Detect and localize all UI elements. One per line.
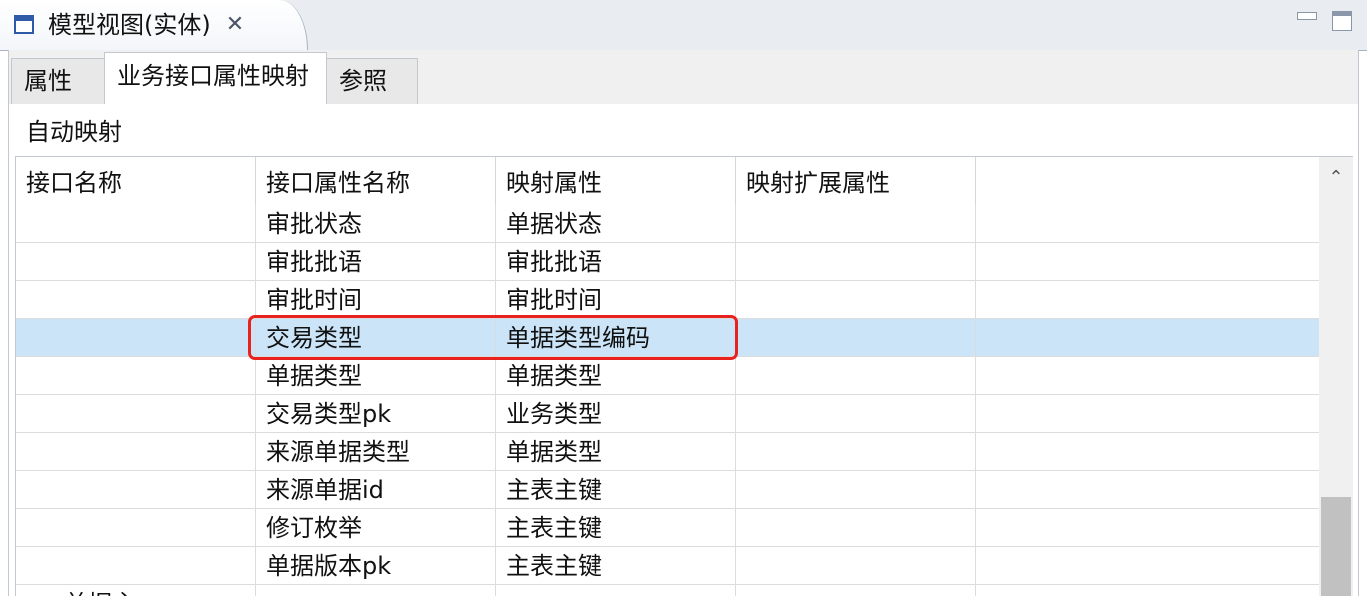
close-icon[interactable]: ✕ — [222, 12, 248, 38]
cell-attr-name: 交易类型 — [256, 319, 496, 357]
cell-attr-name: 来源单据类型 — [256, 433, 496, 471]
cell-interface-name — [16, 471, 256, 509]
cell-interface-name — [16, 319, 256, 357]
table-row-selected[interactable]: 交易类型 单据类型编码 — [16, 319, 1320, 357]
cell-attr-name: 审批批语 — [256, 243, 496, 281]
cell-ext-attr[interactable] — [736, 471, 976, 509]
cell-interface-name: 单据主... — [16, 585, 256, 596]
table-row[interactable]: 单据类型 单据类型 — [16, 357, 1320, 395]
cell-ext-attr[interactable] — [736, 205, 976, 243]
cell-interface-name — [16, 547, 256, 585]
cell-mapped-attr[interactable]: 主表主键 — [496, 471, 736, 509]
cell-mapped-attr[interactable]: 单据状态 — [496, 205, 736, 243]
cell-attr-name: 来源单据id — [256, 471, 496, 509]
cell-mapped-attr[interactable]: 审批时间 — [496, 281, 736, 319]
tab-bar: 属性 业务接口属性映射 参照 — [8, 50, 1359, 104]
minimize-icon[interactable] — [1297, 12, 1317, 20]
cell-ext-attr[interactable] — [736, 547, 976, 585]
cell-attr-name: 修订枚举 — [256, 509, 496, 547]
cell-mapped-attr[interactable]: 单据类型 — [496, 433, 736, 471]
cell-interface-name — [16, 395, 256, 433]
cell-attr-name: 审批状态 — [256, 205, 496, 243]
cell-mapped-attr[interactable]: 主表主键 — [496, 547, 736, 585]
table-row[interactable]: 交易类型pk 业务类型 — [16, 395, 1320, 433]
cell-interface-name — [16, 243, 256, 281]
column-header-ext-attr[interactable]: 映射扩展属性 — [736, 157, 976, 207]
cell-attr-name: 单据类型 — [256, 357, 496, 395]
tab-interface-attr-mapping[interactable]: 业务接口属性映射 — [104, 52, 327, 104]
tab-reference[interactable]: 参照 — [326, 58, 418, 104]
cell-attr-name: 单据版本pk — [256, 547, 496, 585]
column-header-interface-name[interactable]: 接口名称 — [16, 157, 256, 207]
window-icon — [14, 15, 34, 34]
table-row[interactable]: 来源单据类型 单据类型 — [16, 433, 1320, 471]
scrollbar-thumb[interactable] — [1321, 497, 1351, 596]
table-row[interactable]: 审批状态 单据状态 — [16, 205, 1320, 243]
cell-ext-attr[interactable] — [736, 433, 976, 471]
cell-interface-name — [16, 205, 256, 243]
chevron-up-icon[interactable]: ⌃ — [1319, 161, 1353, 195]
cell-interface-name — [16, 509, 256, 547]
table-row[interactable]: 来源单据id 主表主键 — [16, 471, 1320, 509]
cell-interface-name — [16, 433, 256, 471]
cell-mapped-attr[interactable]: 业务类型 — [496, 395, 736, 433]
cell-mapped-attr[interactable] — [496, 585, 736, 596]
cell-ext-attr[interactable] — [736, 243, 976, 281]
mapping-table: 接口名称 接口属性名称 映射属性 映射扩展属性 审批状态 单据状态 审批批语 审… — [15, 156, 1353, 596]
vertical-scrollbar[interactable]: ⌃ — [1319, 157, 1353, 596]
column-header-mapped-attr[interactable]: 映射属性 — [496, 157, 736, 207]
maximize-icon[interactable] — [1332, 11, 1352, 31]
view-title: 模型视图(实体) — [48, 11, 211, 39]
cell-attr-name: 审批时间 — [256, 281, 496, 319]
cell-ext-attr[interactable] — [736, 585, 976, 596]
cell-mapped-attr[interactable]: 主表主键 — [496, 509, 736, 547]
cell-mapped-attr[interactable]: 单据类型编码 — [496, 319, 736, 357]
table-row[interactable]: 修订枚举 主表主键 — [16, 509, 1320, 547]
view-header: 模型视图(实体) ✕ — [0, 0, 1367, 51]
table-row[interactable]: 审批时间 审批时间 — [16, 281, 1320, 319]
cell-ext-attr[interactable] — [736, 357, 976, 395]
cell-mapped-attr[interactable]: 审批批语 — [496, 243, 736, 281]
table-row[interactable]: 单据版本pk 主表主键 — [16, 547, 1320, 585]
tab-properties[interactable]: 属性 — [11, 58, 105, 104]
column-header-attr-name[interactable]: 接口属性名称 — [256, 157, 496, 207]
cell-attr-name — [256, 585, 496, 596]
auto-map-link[interactable]: 自动映射 — [26, 116, 122, 148]
cell-attr-name: 交易类型pk — [256, 395, 496, 433]
cell-interface-name — [16, 281, 256, 319]
cell-mapped-attr[interactable]: 单据类型 — [496, 357, 736, 395]
view-tab[interactable]: 模型视图(实体) ✕ — [0, 0, 308, 50]
cell-ext-attr[interactable] — [736, 509, 976, 547]
cell-ext-attr[interactable] — [736, 319, 976, 357]
table-row[interactable]: 审批批语 审批批语 — [16, 243, 1320, 281]
table-row-partial[interactable]: 单据主... — [16, 585, 1320, 596]
cell-interface-name — [16, 357, 256, 395]
cell-ext-attr[interactable] — [736, 281, 976, 319]
cell-ext-attr[interactable] — [736, 395, 976, 433]
